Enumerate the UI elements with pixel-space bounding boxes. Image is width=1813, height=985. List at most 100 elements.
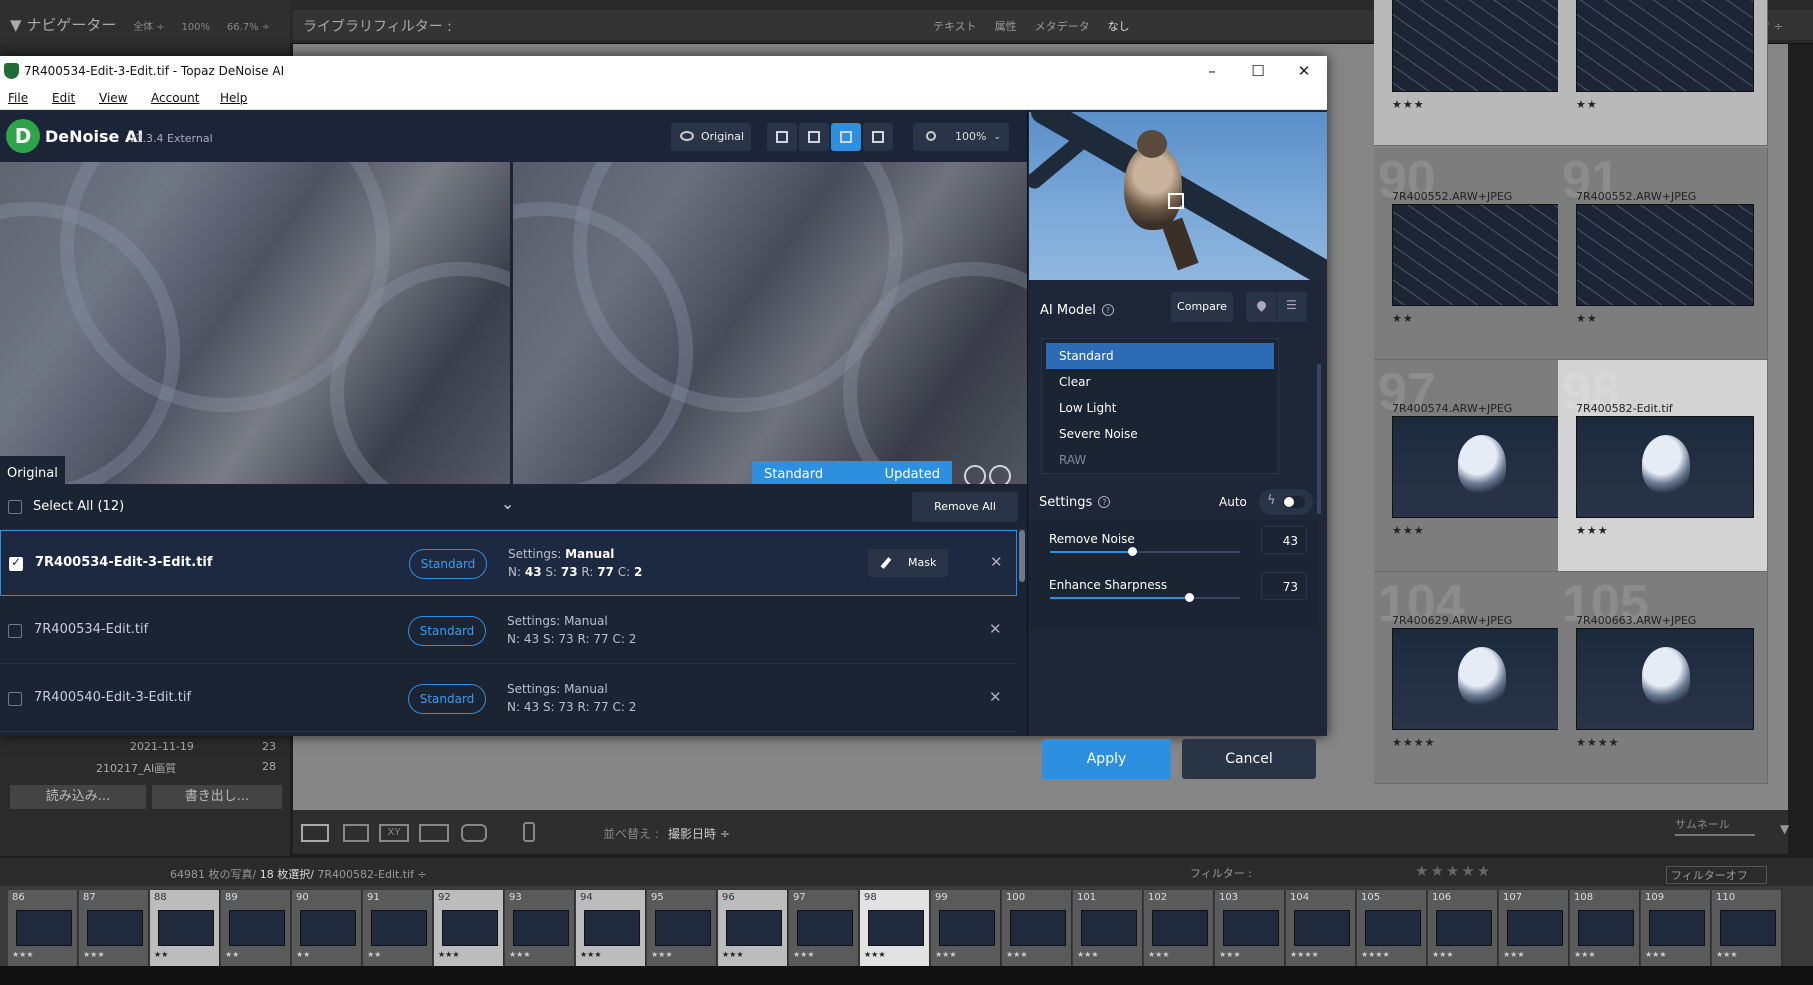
filmstrip-thumbnail[interactable] — [1365, 910, 1421, 946]
loupe-view-icon[interactable] — [343, 824, 369, 842]
split-view-button[interactable] — [799, 123, 829, 151]
filmstrip-thumbnail[interactable] — [1294, 910, 1350, 946]
filmstrip-cell[interactable]: 104 ★★★★ — [1286, 890, 1356, 966]
filmstrip-cell[interactable]: 93 ★★★ — [505, 890, 575, 966]
original-toggle-button[interactable]: Original — [671, 123, 751, 151]
menu-account[interactable]: Account — [151, 91, 199, 105]
cell-rating[interactable]: ★★★★ — [1576, 736, 1619, 749]
remove-all-button[interactable]: Remove All — [912, 492, 1018, 522]
filter-option[interactable]: 属性 — [995, 20, 1017, 33]
filmstrip-cell[interactable]: 96 ★★★ — [718, 890, 788, 966]
filmstrip-cell[interactable]: 101 ★★★ — [1073, 890, 1143, 966]
original-preview[interactable] — [0, 162, 510, 484]
comparison-view-button[interactable] — [863, 123, 893, 151]
filmstrip-thumbnail[interactable] — [1081, 910, 1137, 946]
thumbnail-size-slider[interactable] — [1675, 834, 1755, 836]
remove-noise-slider[interactable] — [1050, 547, 1240, 556]
filmstrip-cell[interactable]: 94 ★★★ — [576, 890, 646, 966]
file-row[interactable]: 7R400534-Edit-3-Edit.tif Standard Settin… — [0, 530, 1017, 596]
survey-view-icon[interactable] — [419, 824, 449, 842]
people-view-icon[interactable] — [461, 824, 487, 842]
navigator-fit[interactable]: 全体 ÷ — [133, 22, 165, 33]
sort-dropdown[interactable]: 撮影日時 ÷ — [668, 825, 730, 842]
cell-rating[interactable]: ★★★ — [1392, 524, 1425, 537]
file-row[interactable]: 7R400534-Edit.tif Standard Settings: Man… — [0, 598, 1017, 664]
filmstrip-thumbnail[interactable] — [1010, 910, 1066, 946]
folder-item[interactable]: 210217_AI画質 28 — [96, 760, 276, 776]
menu-help[interactable]: Help — [220, 91, 247, 105]
filter-option[interactable]: メタデータ — [1035, 20, 1090, 33]
filmstrip-cell[interactable]: 100 ★★★ — [1002, 890, 1072, 966]
filmstrip-thumbnail[interactable] — [371, 910, 427, 946]
cell-rating[interactable]: ★★ — [1576, 98, 1598, 111]
cell-rating[interactable]: ★★★ — [1576, 524, 1609, 537]
side-by-side-view-button[interactable] — [831, 123, 861, 151]
filmstrip-cell[interactable]: 92 ★★★ — [434, 890, 504, 966]
navigator-zoom[interactable]: 66.7% ÷ — [227, 22, 270, 33]
file-checkbox[interactable] — [9, 555, 23, 571]
single-view-button[interactable] — [767, 123, 797, 151]
cell-thumbnail[interactable] — [1576, 628, 1754, 730]
model-option-severe-noise[interactable]: Severe Noise — [1046, 421, 1274, 447]
close-icon[interactable]: ✕ — [1282, 58, 1326, 84]
filmstrip-thumbnail[interactable] — [158, 910, 214, 946]
filmstrip-thumbnail[interactable] — [1436, 910, 1492, 946]
filmstrip-cell[interactable]: 97 ★★★ — [789, 890, 859, 966]
enhance-sharpness-handle[interactable] — [1184, 593, 1194, 602]
filmstrip-cell[interactable]: 95 ★★★ — [647, 890, 717, 966]
processed-preview[interactable] — [513, 162, 1027, 484]
navigator-panel-header[interactable]: ▼ ナビゲーター 全体 ÷ 100% 66.7% ÷ — [0, 0, 290, 44]
zoom-dropdown[interactable]: 100% ⌄ — [913, 123, 1009, 151]
smile-feedback-icon[interactable] — [964, 465, 986, 484]
filter-option[interactable]: テキスト — [933, 20, 977, 33]
filmstrip-cell[interactable]: 106 ★★★ — [1428, 890, 1498, 966]
current-file[interactable]: 7R400582-Edit.tif ÷ — [317, 868, 426, 881]
remove-noise-handle[interactable] — [1127, 547, 1137, 556]
cell-rating[interactable]: ★★★ — [1392, 98, 1425, 111]
mask-button[interactable]: Mask — [868, 549, 948, 577]
remove-file-icon[interactable]: ✕ — [989, 688, 1002, 706]
cancel-button[interactable]: Cancel — [1182, 739, 1316, 779]
filmstrip-thumbnail[interactable] — [87, 910, 143, 946]
file-checkbox[interactable] — [8, 624, 22, 638]
enhance-sharpness-slider[interactable] — [1050, 593, 1240, 602]
menu-view[interactable]: View — [99, 91, 127, 105]
grid-cell[interactable]: ★★ — [1558, 0, 1768, 146]
spray-can-icon[interactable] — [523, 822, 535, 842]
filmstrip-cell[interactable]: 88 ★★ — [150, 890, 220, 966]
filmstrip-thumbnail[interactable] — [1152, 910, 1208, 946]
filmstrip-thumbnail[interactable] — [229, 910, 285, 946]
compare-view-icon[interactable]: XY — [379, 824, 409, 842]
filmstrip-thumbnail[interactable] — [797, 910, 853, 946]
filmstrip-cell[interactable]: 99 ★★★ — [931, 890, 1001, 966]
grid-cell[interactable]: 90 7R400552.ARW+JPEG ★★ — [1374, 148, 1584, 360]
enhance-sharpness-input[interactable]: 73 — [1261, 572, 1307, 600]
filmstrip-thumbnail[interactable] — [1649, 910, 1705, 946]
folder-item[interactable]: 2021-11-19 23 — [130, 740, 276, 753]
apply-button[interactable]: Apply — [1042, 739, 1171, 779]
location-pin-icon[interactable] — [1246, 292, 1276, 322]
toolbar-menu-chevron-icon[interactable]: ▼ — [1780, 822, 1789, 836]
filmstrip-thumbnail[interactable] — [442, 910, 498, 946]
filmstrip-cell[interactable]: 110 ★★★ — [1712, 890, 1782, 966]
filmstrip-cell[interactable]: 89 ★★ — [221, 890, 291, 966]
cell-thumbnail[interactable] — [1392, 0, 1570, 92]
cell-thumbnail[interactable] — [1392, 416, 1570, 518]
navigator-thumbnail[interactable] — [1029, 112, 1327, 280]
cell-thumbnail[interactable] — [1576, 204, 1754, 306]
filmstrip-thumbnail[interactable] — [16, 910, 72, 946]
disclosure-triangle-icon[interactable]: ▼ — [10, 16, 26, 34]
rating-filter-stars-icon[interactable]: ★★★★★ — [1415, 862, 1492, 880]
grid-cell[interactable]: 98 7R400582-Edit.tif ★★★ — [1558, 360, 1768, 572]
filmstrip-cell[interactable]: 90 ★★ — [292, 890, 362, 966]
navigator-focus-box[interactable] — [1168, 193, 1184, 209]
filmstrip-cell[interactable]: 91 ★★ — [363, 890, 433, 966]
model-option-clear[interactable]: Clear — [1046, 369, 1274, 395]
filter-option[interactable]: なし — [1108, 20, 1130, 33]
chevron-down-icon[interactable]: ⌄ — [501, 494, 514, 513]
select-all-checkbox[interactable] — [8, 500, 22, 514]
cell-rating[interactable]: ★★ — [1576, 312, 1598, 325]
minimize-icon[interactable]: – — [1190, 58, 1234, 84]
filmstrip-thumbnail[interactable] — [655, 910, 711, 946]
grid-cell[interactable]: 105 7R400663.ARW+JPEG ★★★★ — [1558, 572, 1768, 784]
